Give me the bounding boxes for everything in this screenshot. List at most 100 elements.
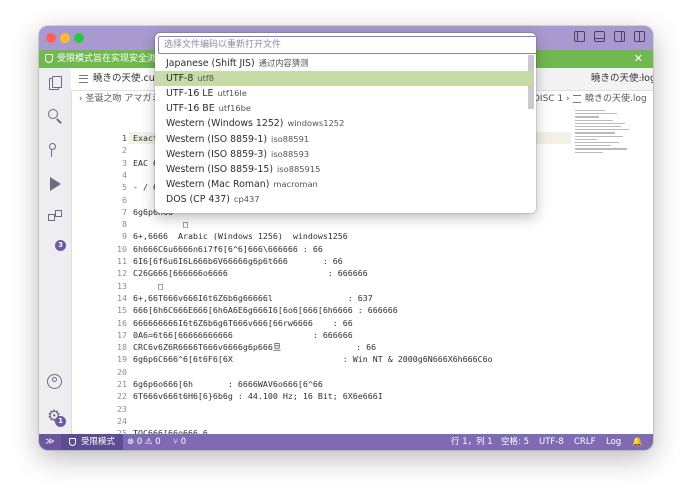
maximize-window-button[interactable]	[74, 33, 84, 43]
search-icon[interactable]	[47, 108, 63, 124]
settings-badge: 1	[55, 416, 66, 427]
code-line[interactable]: 13 □	[71, 280, 571, 292]
tab-label: 曉きの天使.cue	[93, 73, 161, 84]
encoding-option[interactable]: Western (Mac Roman) macroman	[155, 177, 533, 192]
encoding-option[interactable]: UTF-16 LE utf16le	[155, 86, 533, 101]
problems-status[interactable]: ⊗ 0 ⚠ 0	[127, 434, 161, 450]
code-line[interactable]: 21 6g6p6o666[6h : 6666WAV6o666[6^66	[71, 378, 571, 390]
encoding-option[interactable]: DOS (CP 437) cp437	[155, 192, 533, 207]
encoding-option-label: DOS (CP 437) cp437	[166, 192, 260, 207]
minimap-line	[575, 135, 623, 137]
indentation-status[interactable]: 空格: 5	[501, 434, 529, 450]
minimize-window-button[interactable]	[60, 33, 70, 43]
more-actions-icon[interactable]: ···	[635, 68, 645, 90]
line-number: 3	[122, 157, 127, 168]
code-line[interactable]: 9 6+,6666 Arabic (Windows 1256) windows12…	[71, 230, 571, 242]
code-line[interactable]: 17 0A6=6t66[66666666666 : 666666	[71, 329, 571, 341]
editor-scrollbar[interactable]	[639, 110, 647, 434]
minimap-line	[575, 113, 617, 115]
encoding-option-label: UTF-8 utf8	[166, 71, 214, 86]
encoding-quick-pick: 选择文件编码以重新打开文件 Japanese (Shift JIS) 通过内容猜测…	[155, 33, 536, 213]
encoding-description: utf16be	[218, 103, 252, 114]
file-lines-icon	[79, 75, 88, 83]
language-mode[interactable]: Log	[606, 434, 621, 450]
banner-text[interactable]: 受限模式旨在实现安全浏览	[57, 50, 157, 68]
activity-bar: 3	[39, 68, 72, 434]
encoding-status[interactable]: UTF-8	[539, 434, 564, 450]
encoding-option-label: Japanese (Shift JIS) 通过内容猜测	[166, 56, 308, 71]
code-line[interactable]: 22 6T666v666t6H6[6}6b6g : 44.100 Hz; 16 B…	[71, 390, 571, 402]
minimap-line	[575, 138, 597, 141]
line-text: 0A6=6t66[66666666666 : 666666	[133, 329, 353, 340]
code-line[interactable]: 20	[71, 366, 571, 378]
encoding-option[interactable]: Japanese (Shift JIS) 通过内容猜测	[155, 56, 533, 71]
close-window-button[interactable]	[46, 33, 56, 43]
encoding-option-label: Western (Windows 1252) windows1252	[166, 116, 344, 131]
encoding-description: macroman	[273, 178, 318, 189]
customize-layout-icon[interactable]	[634, 31, 645, 42]
extensions-icon[interactable]	[47, 210, 63, 226]
encoding-option[interactable]: Western (ISO 8859-1) iso88591	[155, 132, 533, 147]
code-line[interactable]: 14 6+,66T666v666I6t6Z6b6g66666l : 637	[71, 292, 571, 304]
explorer-icon[interactable]	[47, 76, 63, 92]
line-text: C26G666[666666o6666 : 666666	[133, 268, 368, 279]
code-line[interactable]: 8 □	[71, 218, 571, 230]
code-line[interactable]: 15 666[6h6C666E666[6h6A6E6g666I6[6o6[666[…	[71, 304, 571, 316]
line-text: 6I6[6f6u6I6L666b6V66666g6p6t666 : 66	[133, 256, 343, 266]
breadcrumb-folder[interactable]: › 圣诞之吻 アマガミ	[79, 91, 160, 108]
code-line[interactable]: 18 CRC6v6Z6R6666T666v6666g6p666旦 : 66	[71, 341, 571, 353]
encoding-name: Western (Windows 1252)	[166, 118, 284, 130]
code-line[interactable]: 24	[71, 415, 571, 427]
code-line[interactable]: 16 666666666I6t6Z6b6g6T666v666[66rw6666 :…	[71, 317, 571, 329]
line-text: 6T666v666t6H6[6}6b6g : 44.100 Hz; 16 Bit…	[133, 391, 383, 402]
remote-indicator[interactable]: ≫	[39, 434, 61, 450]
line-text: □	[133, 280, 163, 291]
minimap[interactable]	[575, 110, 635, 170]
minimap-line	[575, 145, 611, 147]
encoding-description: utf8	[197, 73, 215, 84]
code-line[interactable]: 11 6I6[6f6u6I6L666b6V66666g6p6t666 : 66	[71, 255, 571, 267]
eol-status[interactable]: CRLF	[574, 434, 595, 450]
breadcrumb-file[interactable]: 曉きの天使.log	[573, 91, 647, 108]
encoding-description: iso88591	[271, 133, 310, 144]
cursor-position[interactable]: 行 1，列 1	[451, 434, 493, 450]
line-number: 11	[117, 256, 127, 266]
status-bar: ≫ 受限模式 ⊗ 0 ⚠ 0 ⑂ 0 行 1，列 1 空格: 5 UTF-8 C…	[39, 434, 653, 450]
encoding-option[interactable]: Western (ISO 8859-15) iso885915	[155, 162, 533, 177]
encoding-option[interactable]: UTF-16 BE utf16be	[155, 101, 533, 116]
toggle-panel-icon[interactable]	[594, 31, 605, 42]
line-number: 17	[117, 329, 127, 340]
line-text: 666666666I6t6Z6b6g6T666v666[66rw6666 : 6…	[133, 317, 353, 328]
code-line[interactable]: 19 6g6p6C666^6[6t6F6[6X : Win NT & 2000g6…	[71, 353, 571, 365]
code-line[interactable]: 10 6h666C6u6666n6i7f6[6^6]666\666666 : 66	[71, 243, 571, 255]
minimap-line	[575, 122, 625, 125]
ports-status[interactable]: ⑂ 0	[173, 434, 186, 450]
code-line[interactable]: 12 C26G666[666666o6666 : 666666	[71, 267, 571, 279]
line-number: 10	[117, 243, 127, 254]
encoding-search-input[interactable]: 选择文件编码以重新打开文件	[158, 36, 536, 54]
line-text: 6+,6666 Arabic (Windows 1256) windows125…	[133, 231, 348, 242]
layout-controls	[574, 31, 645, 42]
banner-close-icon[interactable]: ✕	[634, 50, 643, 68]
encoding-option[interactable]: UTF-8 utf8	[155, 71, 533, 87]
line-number: 25	[117, 428, 127, 434]
toggle-primary-sidebar-icon[interactable]	[574, 31, 585, 42]
source-control-icon[interactable]	[47, 142, 63, 158]
shield-icon	[45, 54, 53, 63]
notifications-bell-icon[interactable]: 🔔	[632, 434, 643, 450]
minimap-line	[575, 132, 615, 134]
code-line[interactable]: 25 TOC666[66o666.6	[71, 427, 571, 434]
encoding-option-label: Western (Mac Roman) macroman	[166, 177, 318, 192]
code-line[interactable]: 23	[71, 403, 571, 415]
line-number: 16	[117, 317, 127, 328]
encoding-option[interactable]: Western (ISO 8859-3) iso88593	[155, 147, 533, 162]
breadcrumb-disc[interactable]: DISC 1 ›	[533, 91, 570, 108]
minimap-line	[575, 151, 603, 153]
encoding-option-label: UTF-16 BE utf16be	[166, 101, 251, 116]
restricted-mode-status[interactable]: 受限模式	[61, 434, 124, 450]
run-debug-icon[interactable]	[47, 176, 63, 192]
account-icon[interactable]	[47, 374, 63, 390]
toggle-secondary-sidebar-icon[interactable]	[614, 31, 625, 42]
encoding-option-label: UTF-16 LE utf16le	[166, 86, 247, 101]
encoding-option[interactable]: Western (Windows 1252) windows1252	[155, 116, 533, 131]
